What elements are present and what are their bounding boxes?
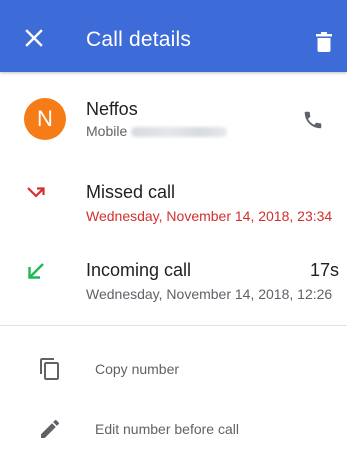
- divider: [0, 325, 347, 326]
- contact-name: Neffos: [86, 99, 138, 119]
- call-entry-missed: Missed call Wednesday, November 14, 2018…: [0, 181, 347, 241]
- app-bar: Call details: [0, 0, 347, 72]
- edit-number-button[interactable]: Edit number before call: [0, 401, 347, 457]
- call-type-label: Missed call: [86, 182, 176, 202]
- call-datetime: Wednesday, November 14, 2018, 23:34: [86, 208, 333, 224]
- call-type-label: Incoming call: [86, 260, 192, 280]
- copy-number-label: Copy number: [95, 361, 180, 377]
- contact-header: N Neffos Mobile: [0, 90, 347, 160]
- trash-icon[interactable]: [316, 32, 332, 52]
- copy-number-button[interactable]: Copy number: [0, 341, 347, 397]
- call-duration: 17s: [309, 260, 339, 280]
- avatar: N: [24, 98, 66, 140]
- copy-icon: [40, 358, 59, 380]
- close-icon[interactable]: [24, 28, 44, 48]
- pencil-icon: [41, 419, 60, 438]
- call-datetime: Wednesday, November 14, 2018, 12:26: [86, 286, 333, 302]
- edit-number-label: Edit number before call: [95, 421, 239, 437]
- missed-call-icon: [27, 187, 45, 198]
- incoming-call-icon: [28, 263, 44, 279]
- call-entry-incoming: Incoming call 17s Wednesday, November 14…: [0, 259, 347, 319]
- number-type: Mobile: [86, 123, 128, 139]
- phone-icon[interactable]: [302, 109, 324, 131]
- blurred-phone-number: [131, 127, 228, 138]
- contact-number-line: Mobile: [86, 122, 228, 140]
- page-title: Call details: [86, 28, 192, 51]
